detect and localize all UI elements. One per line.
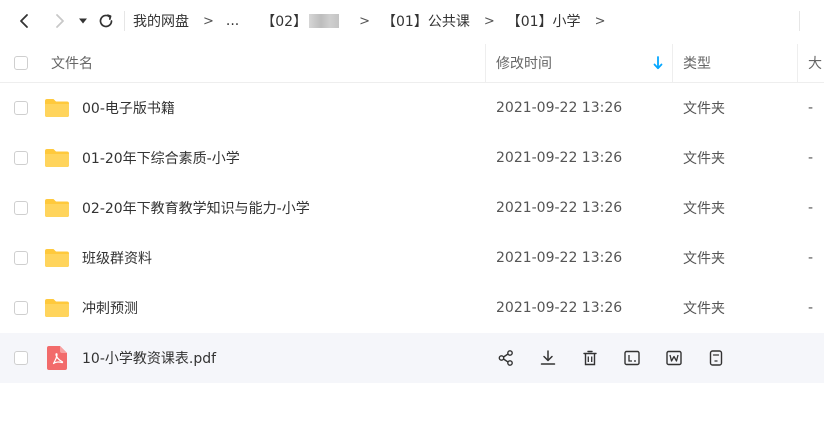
- file-type: 文件夹: [683, 151, 725, 167]
- breadcrumb-root[interactable]: 我的网盘: [133, 11, 189, 31]
- file-row[interactable]: 班级群资料 2021-09-22 13:26 文件夹 -: [0, 233, 824, 283]
- row-checkbox[interactable]: [14, 301, 28, 315]
- file-list-header: 文件名 修改时间 类型 大: [0, 44, 824, 83]
- redacted-text: [309, 14, 340, 28]
- navigation-bar: 我的网盘 > ... 【02】 > 【01】公共课 > 【01】小学 >: [0, 0, 824, 42]
- breadcrumb-item-primary-school[interactable]: 【01】小学: [507, 11, 581, 31]
- modified-time: 2021-09-22 13:26: [496, 150, 623, 166]
- file-name[interactable]: 10-小学教资课表.pdf: [82, 333, 216, 383]
- word-doc-icon: [666, 350, 682, 366]
- breadcrumb-separator: >: [483, 13, 495, 29]
- more-button[interactable]: [706, 348, 726, 368]
- row-actions: [496, 333, 748, 383]
- column-divider[interactable]: [672, 44, 673, 82]
- chevron-right-icon: [56, 14, 64, 28]
- modified-time: 2021-09-22 13:26: [496, 300, 623, 316]
- folder-icon: [45, 199, 69, 217]
- open-text-button[interactable]: [622, 348, 642, 368]
- delete-button[interactable]: [580, 348, 600, 368]
- column-header-type[interactable]: 类型: [683, 44, 711, 82]
- text-doc-icon: [624, 350, 640, 366]
- nav-divider: [124, 11, 125, 31]
- download-button[interactable]: [538, 348, 558, 368]
- row-checkbox[interactable]: [14, 151, 28, 165]
- folder-icon: [45, 249, 69, 267]
- share-button[interactable]: [496, 348, 516, 368]
- forward-button[interactable]: [46, 7, 74, 35]
- column-divider[interactable]: [485, 44, 486, 82]
- file-type: 文件夹: [683, 201, 725, 217]
- arrow-down-icon: [653, 56, 663, 70]
- file-name[interactable]: 冲刺预测: [82, 283, 138, 333]
- file-row[interactable]: 00-电子版书籍 2021-09-22 13:26 文件夹 -: [0, 83, 824, 133]
- caret-down-icon: [79, 18, 87, 24]
- select-all-checkbox[interactable]: [14, 44, 28, 82]
- modified-time: 2021-09-22 13:26: [496, 200, 623, 216]
- row-checkbox[interactable]: [14, 251, 28, 265]
- refresh-icon: [99, 14, 113, 28]
- checkbox[interactable]: [14, 56, 28, 70]
- breadcrumb-separator: >: [594, 13, 606, 29]
- breadcrumb-item-02-label: 【02】: [261, 14, 308, 30]
- back-button[interactable]: [10, 7, 38, 35]
- breadcrumb-ellipsis[interactable]: ...: [226, 13, 239, 29]
- column-divider[interactable]: [797, 44, 798, 82]
- file-name[interactable]: 班级群资料: [82, 233, 152, 283]
- folder-icon: [45, 149, 69, 167]
- file-row[interactable]: 02-20年下教育教学知识与能力-小学 2021-09-22 13:26 文件夹…: [0, 183, 824, 233]
- folder-icon: [45, 299, 69, 317]
- pdf-icon: [47, 346, 67, 370]
- file-type: 文件夹: [683, 251, 725, 267]
- file-row[interactable]: 01-20年下综合素质-小学 2021-09-22 13:26 文件夹 -: [0, 133, 824, 183]
- folder-icon: [45, 99, 69, 117]
- file-type: 文件夹: [683, 301, 725, 317]
- row-checkbox[interactable]: [14, 201, 28, 215]
- file-size: -: [808, 100, 814, 116]
- toolbar-divider: [799, 11, 800, 31]
- column-header-modified[interactable]: 修改时间: [496, 44, 552, 82]
- convert-word-button[interactable]: [664, 348, 684, 368]
- column-header-size[interactable]: 大: [808, 44, 822, 82]
- column-header-name[interactable]: 文件名: [51, 44, 93, 82]
- file-type: 文件夹: [683, 101, 725, 117]
- file-row-hovered[interactable]: 10-小学教资课表.pdf: [0, 333, 824, 383]
- file-name[interactable]: 00-电子版书籍: [82, 83, 175, 133]
- document-icon: [709, 350, 723, 366]
- sort-descending-icon[interactable]: [652, 44, 664, 82]
- modified-time: 2021-09-22 13:26: [496, 100, 623, 116]
- trash-icon: [583, 350, 597, 366]
- modified-time: 2021-09-22 13:26: [496, 250, 623, 266]
- breadcrumb-item-public-course[interactable]: 【01】公共课: [382, 11, 470, 31]
- refresh-button[interactable]: [92, 7, 120, 35]
- file-row[interactable]: 冲刺预测 2021-09-22 13:26 文件夹 -: [0, 283, 824, 333]
- row-checkbox[interactable]: [14, 351, 28, 365]
- file-name[interactable]: 02-20年下教育教学知识与能力-小学: [82, 183, 310, 233]
- file-name[interactable]: 01-20年下综合素质-小学: [82, 133, 240, 183]
- row-checkbox[interactable]: [14, 101, 28, 115]
- file-size: -: [808, 250, 814, 266]
- chevron-left-icon: [20, 14, 28, 28]
- breadcrumb-item-02[interactable]: 【02】: [261, 11, 340, 31]
- download-icon: [540, 350, 556, 365]
- history-dropdown-button[interactable]: [74, 7, 92, 35]
- file-size: -: [808, 150, 814, 166]
- breadcrumb-separator: >: [203, 13, 214, 29]
- file-size: -: [808, 200, 814, 216]
- file-size: -: [808, 300, 814, 316]
- breadcrumb-separator: >: [359, 13, 370, 29]
- share-icon: [498, 350, 513, 366]
